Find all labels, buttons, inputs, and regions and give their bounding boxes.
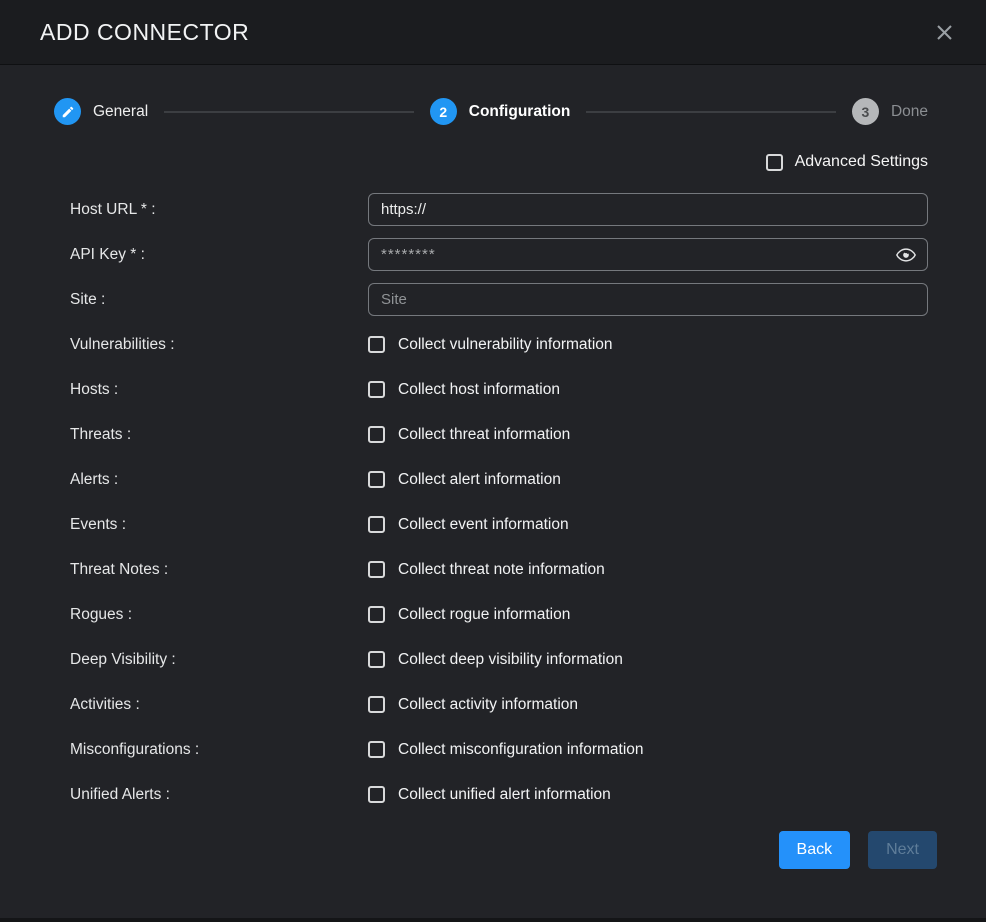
collection-option-label: Unified Alerts : — [70, 786, 368, 804]
configuration-form: Advanced Settings Host URL * : API Key *… — [0, 135, 986, 823]
host-url-label: Host URL * : — [70, 201, 368, 219]
step-2-badge: 2 — [430, 98, 457, 125]
collection-option-checkbox[interactable] — [368, 471, 385, 488]
collection-option-row: Threats : Collect threat information — [70, 418, 928, 451]
back-button[interactable]: Back — [779, 831, 851, 869]
collection-option-label: Rogues : — [70, 606, 368, 624]
collection-option-row: Events : Collect event information — [70, 508, 928, 541]
collection-option-checkbox-label: Collect event information — [398, 516, 569, 534]
collection-option-label: Events : — [70, 516, 368, 534]
advanced-settings-label: Advanced Settings — [795, 153, 928, 171]
collection-option-checkbox-label: Collect vulnerability information — [398, 336, 613, 354]
modal-footer: Back Next — [0, 823, 986, 869]
collection-options-list: Vulnerabilities : Collect vulnerability … — [70, 328, 928, 811]
stepper-connector — [586, 111, 836, 113]
step-general-label: General — [93, 103, 148, 121]
stepper-connector — [164, 111, 414, 113]
collection-option-row: Rogues : Collect rogue information — [70, 598, 928, 631]
collection-option-label: Deep Visibility : — [70, 651, 368, 669]
collection-option-row: Alerts : Collect alert information — [70, 463, 928, 496]
step-general[interactable]: General — [54, 98, 148, 125]
host-url-input[interactable] — [368, 193, 928, 226]
collection-option-row: Activities : Collect activity informatio… — [70, 688, 928, 721]
collection-option-checkbox[interactable] — [368, 696, 385, 713]
collection-option-checkbox-label: Collect host information — [398, 381, 560, 399]
collection-option-label: Misconfigurations : — [70, 741, 368, 759]
collection-option-label: Activities : — [70, 696, 368, 714]
add-connector-modal: ADD CONNECTOR General 2 Configuration — [0, 0, 986, 918]
collection-option-checkbox-label: Collect rogue information — [398, 606, 570, 624]
collection-option-row: Vulnerabilities : Collect vulnerability … — [70, 328, 928, 361]
pencil-icon — [54, 98, 81, 125]
step-3-badge: 3 — [852, 98, 879, 125]
next-button[interactable]: Next — [868, 831, 937, 869]
collection-option-checkbox[interactable] — [368, 381, 385, 398]
collection-option-checkbox-label: Collect threat note information — [398, 561, 605, 579]
step-configuration-label: Configuration — [469, 103, 571, 121]
collection-option-checkbox[interactable] — [368, 606, 385, 623]
wizard-stepper: General 2 Configuration 3 Done — [0, 65, 986, 135]
collection-option-label: Alerts : — [70, 471, 368, 489]
advanced-settings-checkbox[interactable] — [766, 154, 783, 171]
api-key-input[interactable] — [368, 238, 928, 271]
collection-option-checkbox[interactable] — [368, 651, 385, 668]
step-done-label: Done — [891, 103, 928, 121]
collection-option-row: Unified Alerts : Collect unified alert i… — [70, 778, 928, 811]
step-configuration[interactable]: 2 Configuration — [430, 98, 571, 125]
site-label: Site : — [70, 291, 368, 309]
collection-option-label: Threat Notes : — [70, 561, 368, 579]
modal-title: ADD CONNECTOR — [40, 19, 249, 46]
collection-option-checkbox-label: Collect unified alert information — [398, 786, 611, 804]
collection-option-checkbox-label: Collect misconfiguration information — [398, 741, 644, 759]
collection-option-row: Deep Visibility : Collect deep visibilit… — [70, 643, 928, 676]
api-key-label: API Key * : — [70, 246, 368, 264]
site-input[interactable] — [368, 283, 928, 316]
modal-header: ADD CONNECTOR — [0, 0, 986, 65]
collection-option-label: Hosts : — [70, 381, 368, 399]
collection-option-label: Threats : — [70, 426, 368, 444]
collection-option-checkbox[interactable] — [368, 336, 385, 353]
collection-option-checkbox[interactable] — [368, 561, 385, 578]
collection-option-checkbox-label: Collect activity information — [398, 696, 578, 714]
site-row: Site : — [70, 283, 928, 316]
collection-option-checkbox[interactable] — [368, 426, 385, 443]
collection-option-checkbox[interactable] — [368, 516, 385, 533]
close-button[interactable] — [931, 19, 958, 46]
close-icon — [935, 30, 954, 45]
host-url-row: Host URL * : — [70, 193, 928, 226]
collection-option-checkbox-label: Collect deep visibility information — [398, 651, 623, 669]
collection-option-checkbox-label: Collect alert information — [398, 471, 561, 489]
advanced-settings-row: Advanced Settings — [70, 153, 928, 171]
step-done: 3 Done — [852, 98, 928, 125]
collection-option-row: Hosts : Collect host information — [70, 373, 928, 406]
collection-option-label: Vulnerabilities : — [70, 336, 368, 354]
collection-option-checkbox-label: Collect threat information — [398, 426, 570, 444]
collection-option-checkbox[interactable] — [368, 786, 385, 803]
collection-option-row: Misconfigurations : Collect misconfigura… — [70, 733, 928, 766]
eye-icon — [896, 250, 916, 265]
api-key-row: API Key * : — [70, 238, 928, 271]
collection-option-checkbox[interactable] — [368, 741, 385, 758]
collection-option-row: Threat Notes : Collect threat note infor… — [70, 553, 928, 586]
toggle-password-visibility-button[interactable] — [894, 246, 918, 264]
